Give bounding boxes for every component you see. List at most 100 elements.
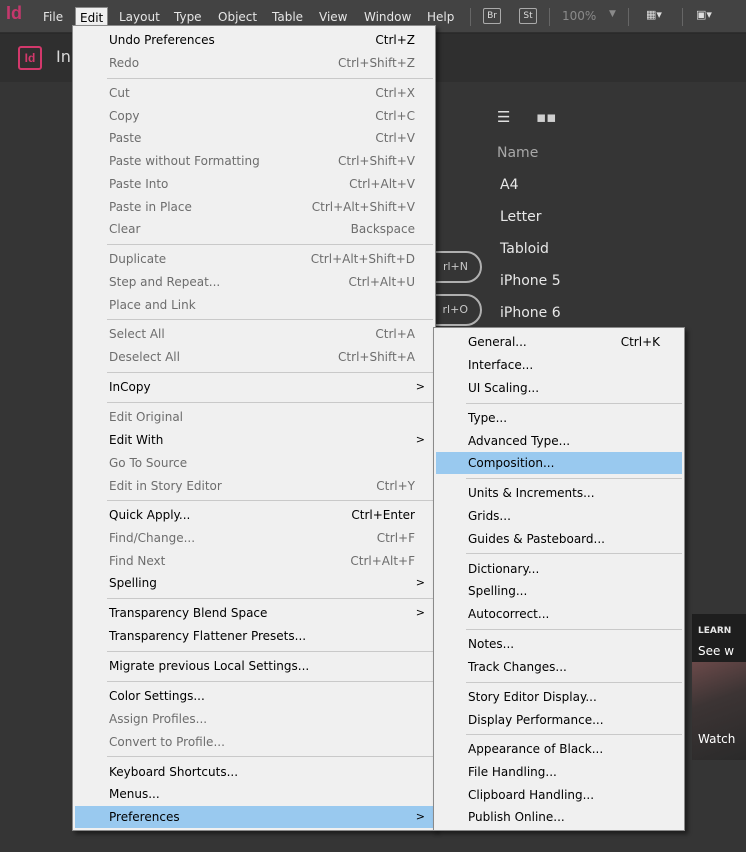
view-options-icon[interactable]: ▦▾ (646, 8, 662, 21)
menu-item-spelling[interactable]: Spelling > (75, 572, 433, 594)
menu-type[interactable]: Type (170, 7, 206, 27)
menu-item-redo[interactable]: Redo Ctrl+Shift+Z (75, 52, 433, 74)
menu-separator (466, 734, 682, 735)
menu-item-paste-in-place[interactable]: Paste in Place Ctrl+Alt+Shift+V (75, 196, 433, 218)
pref-item-notes[interactable]: Notes... (436, 633, 682, 655)
menu-item-edit-original[interactable]: Edit Original (75, 406, 433, 428)
menu-item-find-change[interactable]: Find/Change... Ctrl+F (75, 527, 433, 549)
learn-card[interactable]: LEARN See w Watch (692, 614, 746, 760)
menu-item-migrate-local-settings[interactable]: Migrate previous Local Settings... (75, 655, 433, 677)
menu-item-paste[interactable]: Paste Ctrl+V (75, 127, 433, 149)
menu-item-keyboard-shortcuts[interactable]: Keyboard Shortcuts... (75, 761, 433, 783)
menu-item-label: Place and Link (109, 298, 196, 312)
pref-item-clipboard-handling[interactable]: Clipboard Handling... (436, 784, 682, 806)
menu-separator (107, 319, 433, 320)
zoom-level-field[interactable]: 100% (562, 9, 596, 23)
menu-item-place-and-link[interactable]: Place and Link (75, 294, 433, 316)
grid-view-icon[interactable]: ▪▪ (536, 108, 556, 126)
pref-item-track-changes[interactable]: Track Changes... (436, 656, 682, 678)
menu-help[interactable]: Help (423, 7, 458, 27)
menu-item-transparency-blend-space[interactable]: Transparency Blend Space > (75, 602, 433, 624)
menu-item-label: Preferences (109, 810, 180, 824)
learn-heading: See w (698, 644, 735, 658)
menu-item-deselect-all[interactable]: Deselect All Ctrl+Shift+A (75, 346, 433, 368)
pref-item-display-performance[interactable]: Display Performance... (436, 709, 682, 731)
menu-item-label: Assign Profiles... (109, 712, 208, 726)
menu-item-label: Edit With (109, 433, 164, 447)
chevron-down-icon[interactable]: ▼ (609, 9, 616, 19)
pref-item-appearance-of-black[interactable]: Appearance of Black... (436, 738, 682, 760)
stock-button[interactable]: St (519, 8, 537, 24)
preset-item[interactable]: Letter (500, 209, 542, 225)
menu-item-menus[interactable]: Menus... (75, 783, 433, 805)
menu-table[interactable]: Table (268, 7, 307, 27)
menu-item-label: Transparency Blend Space (109, 606, 268, 620)
menu-item-incopy[interactable]: InCopy > (75, 376, 433, 398)
preset-item[interactable]: Tabloid (500, 241, 549, 257)
menu-item-clear[interactable]: Clear Backspace (75, 218, 433, 240)
preset-item[interactable]: A4 (500, 177, 518, 193)
menu-item-select-all[interactable]: Select All Ctrl+A (75, 323, 433, 345)
menu-item-shortcut: Ctrl+Alt+V (349, 177, 415, 191)
menu-layout[interactable]: Layout (115, 7, 164, 27)
menu-edit[interactable]: Edit (75, 7, 109, 27)
menu-object[interactable]: Object (214, 7, 261, 27)
chevron-right-icon: > (415, 433, 425, 446)
pref-item-file-handling[interactable]: File Handling... (436, 761, 682, 783)
list-view-icon[interactable]: ☰ (497, 108, 510, 126)
menu-item-transparency-flattener-presets[interactable]: Transparency Flattener Presets... (75, 625, 433, 647)
menu-item-duplicate[interactable]: Duplicate Ctrl+Alt+Shift+D (75, 248, 433, 270)
menu-item-label: Dictionary... (468, 562, 540, 576)
menu-item-go-to-source[interactable]: Go To Source (75, 452, 433, 474)
menu-item-paste-without-formatting[interactable]: Paste without Formatting Ctrl+Shift+V (75, 150, 433, 172)
pref-item-grids[interactable]: Grids... (436, 505, 682, 527)
menu-item-label: Composition... (468, 456, 555, 470)
menu-item-edit-in-story-editor[interactable]: Edit in Story Editor Ctrl+Y (75, 475, 433, 497)
menu-item-quick-apply[interactable]: Quick Apply... Ctrl+Enter (75, 504, 433, 526)
menu-item-copy[interactable]: Copy Ctrl+C (75, 105, 433, 127)
pref-item-ui-scaling[interactable]: UI Scaling... (436, 377, 682, 399)
pref-item-autocorrect[interactable]: Autocorrect... (436, 603, 682, 625)
pref-item-advanced-type[interactable]: Advanced Type... (436, 430, 682, 452)
menu-view[interactable]: View (315, 7, 351, 27)
pref-item-publish-online[interactable]: Publish Online... (436, 806, 682, 828)
pref-item-general[interactable]: General... Ctrl+K (436, 331, 682, 353)
preferences-submenu: General... Ctrl+K Interface... UI Scaling… (433, 327, 685, 831)
menu-item-color-settings[interactable]: Color Settings... (75, 685, 433, 707)
menu-item-convert-to-profile[interactable]: Convert to Profile... (75, 731, 433, 753)
menu-item-preferences[interactable]: Preferences > (75, 806, 433, 828)
pref-item-composition[interactable]: Composition... (436, 452, 682, 474)
menu-item-label: UI Scaling... (468, 381, 540, 395)
learn-tag: LEARN (698, 626, 732, 636)
preset-item[interactable]: iPhone 6 (500, 305, 561, 321)
menu-item-paste-into[interactable]: Paste Into Ctrl+Alt+V (75, 173, 433, 195)
screen-mode-icon[interactable]: ▣▾ (696, 8, 712, 21)
menu-item-edit-with[interactable]: Edit With > (75, 429, 433, 451)
pref-item-story-editor-display[interactable]: Story Editor Display... (436, 686, 682, 708)
menu-separator (466, 629, 682, 630)
menu-item-label: Step and Repeat... (109, 275, 221, 289)
menu-file[interactable]: File (39, 7, 67, 27)
menu-item-step-and-repeat[interactable]: Step and Repeat... Ctrl+Alt+U (75, 271, 433, 293)
pref-item-guides-pasteboard[interactable]: Guides & Pasteboard... (436, 528, 682, 550)
menu-window[interactable]: Window (360, 7, 415, 27)
menu-item-undo[interactable]: Undo Preferences Ctrl+Z (75, 29, 433, 51)
menu-item-label: Paste Into (109, 177, 169, 191)
pref-item-type[interactable]: Type... (436, 407, 682, 429)
menu-item-assign-profiles[interactable]: Assign Profiles... (75, 708, 433, 730)
menu-item-shortcut: Ctrl+F (376, 531, 415, 545)
menu-item-cut[interactable]: Cut Ctrl+X (75, 82, 433, 104)
menu-item-label: Transparency Flattener Presets... (109, 629, 307, 643)
menu-separator (107, 681, 433, 682)
pref-item-dictionary[interactable]: Dictionary... (436, 558, 682, 580)
menu-item-find-next[interactable]: Find Next Ctrl+Alt+F (75, 550, 433, 572)
menu-item-label: Deselect All (109, 350, 180, 364)
preset-item[interactable]: iPhone 5 (500, 273, 561, 289)
menu-item-label: Autocorrect... (468, 607, 550, 621)
pref-item-spelling[interactable]: Spelling... (436, 580, 682, 602)
pref-item-units-increments[interactable]: Units & Increments... (436, 482, 682, 504)
menu-item-label: Menus... (109, 787, 160, 801)
pref-item-interface[interactable]: Interface... (436, 354, 682, 376)
bridge-button[interactable]: Br (483, 8, 501, 24)
chevron-right-icon: > (415, 576, 425, 589)
